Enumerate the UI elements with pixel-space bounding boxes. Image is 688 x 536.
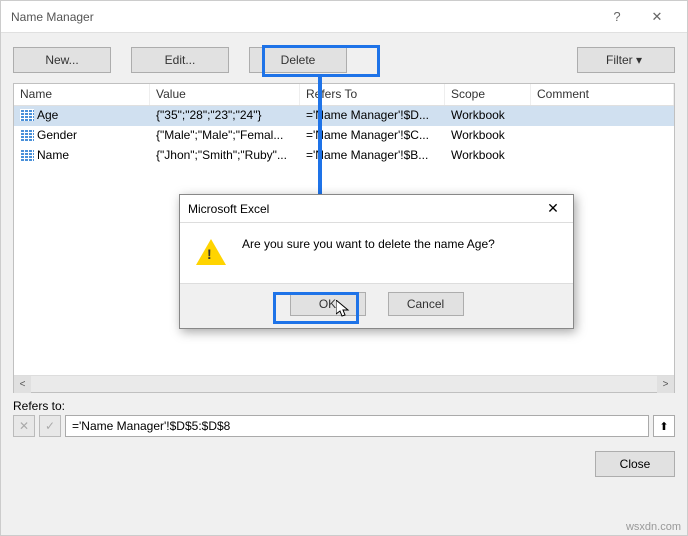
dialog-text: Are you sure you want to delete the name…	[242, 237, 495, 251]
close-window-button[interactable]: ✕	[637, 9, 677, 25]
scroll-right-icon[interactable]: >	[657, 376, 674, 393]
col-scope[interactable]: Scope	[445, 84, 531, 105]
warning-icon	[196, 239, 226, 265]
row-name: Age	[37, 108, 58, 122]
grid-header: Name Value Refers To Scope Comment	[14, 84, 674, 106]
edit-button[interactable]: Edit...	[131, 47, 229, 73]
col-comment[interactable]: Comment	[531, 84, 674, 105]
col-refers[interactable]: Refers To	[300, 84, 445, 105]
table-row[interactable]: Name {"Jhon";"Smith";"Ruby"... ='Name Ma…	[14, 146, 674, 166]
refers-to-section: Refers to: ✕ ✓ ⬆	[13, 399, 675, 437]
toolbar: New... Edit... Delete Filter ▾	[1, 33, 687, 83]
row-refers: ='Name Manager'!$B...	[300, 146, 445, 166]
refers-to-input[interactable]	[65, 415, 649, 437]
row-comment	[531, 126, 674, 146]
delete-button[interactable]: Delete	[249, 47, 347, 73]
cancel-edit-icon[interactable]: ✕	[13, 415, 35, 437]
row-comment	[531, 146, 674, 166]
cancel-button[interactable]: Cancel	[388, 292, 464, 316]
row-scope: Workbook	[445, 146, 531, 166]
confirm-dialog: Microsoft Excel ✕ Are you sure you want …	[179, 194, 574, 329]
row-comment	[531, 106, 674, 126]
titlebar: Name Manager ? ✕	[1, 1, 687, 33]
row-refers: ='Name Manager'!$C...	[300, 126, 445, 146]
row-name: Name	[37, 148, 69, 162]
ok-button[interactable]: OK	[290, 292, 366, 316]
table-icon	[20, 129, 34, 141]
window-title: Name Manager	[11, 10, 597, 24]
row-value: {"Jhon";"Smith";"Ruby"...	[150, 146, 300, 166]
row-scope: Workbook	[445, 126, 531, 146]
dialog-title: Microsoft Excel	[188, 202, 541, 216]
filter-button[interactable]: Filter ▾	[577, 47, 675, 73]
table-icon	[20, 109, 34, 121]
dialog-close-icon[interactable]: ✕	[541, 200, 565, 217]
commit-edit-icon[interactable]: ✓	[39, 415, 61, 437]
row-name: Gender	[37, 128, 77, 142]
scroll-left-icon[interactable]: <	[14, 376, 31, 393]
footer: Close	[1, 437, 687, 491]
col-name[interactable]: Name	[14, 84, 150, 105]
table-icon	[20, 149, 34, 161]
row-value: {"35";"28";"23";"24"}	[150, 106, 300, 126]
range-picker-icon[interactable]: ⬆	[653, 415, 675, 437]
help-button[interactable]: ?	[597, 9, 637, 24]
refers-to-label: Refers to:	[13, 399, 675, 413]
horizontal-scrollbar[interactable]: < >	[14, 375, 674, 392]
row-refers: ='Name Manager'!$D...	[300, 106, 445, 126]
table-row[interactable]: Gender {"Male";"Male";"Femal... ='Name M…	[14, 126, 674, 146]
col-value[interactable]: Value	[150, 84, 300, 105]
row-value: {"Male";"Male";"Femal...	[150, 126, 300, 146]
watermark: wsxdn.com	[626, 521, 681, 533]
close-button[interactable]: Close	[595, 451, 675, 477]
new-button[interactable]: New...	[13, 47, 111, 73]
table-row[interactable]: Age {"35";"28";"23";"24"} ='Name Manager…	[14, 106, 674, 126]
row-scope: Workbook	[445, 106, 531, 126]
